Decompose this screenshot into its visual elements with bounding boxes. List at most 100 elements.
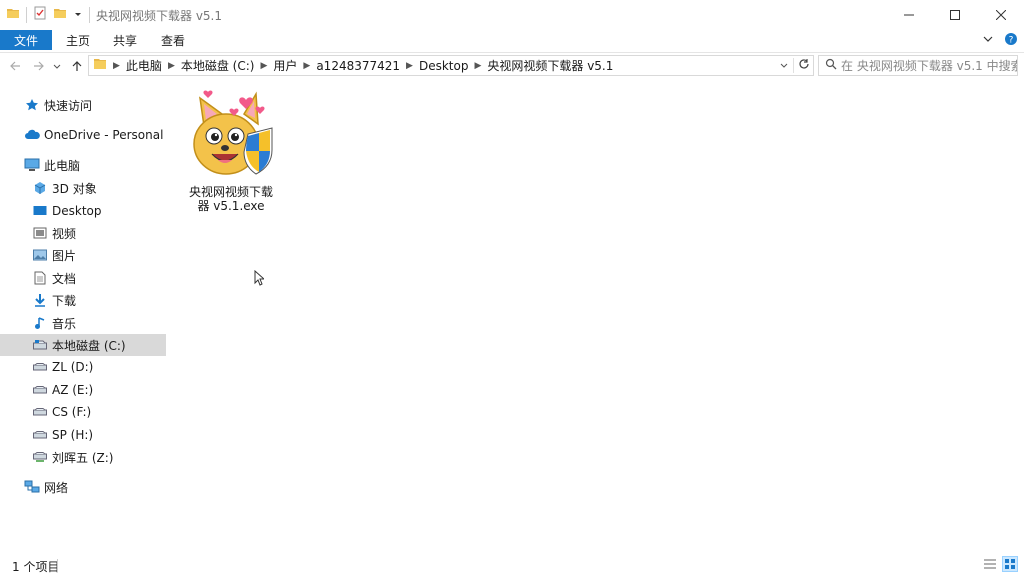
picture-icon [32, 247, 48, 263]
forward-arrow-icon [34, 61, 44, 71]
ribbon-tabs: 文件 主页 共享 查看 ? [0, 30, 1024, 50]
search-icon [825, 58, 837, 73]
sidebar-item-desktop[interactable]: Desktop [0, 200, 166, 222]
up-arrow-icon [72, 61, 82, 71]
folder-icon [6, 6, 20, 23]
sidebar-item-local-disk-c[interactable]: 本地磁盘 (C:) [0, 334, 166, 356]
sidebar-item-onedrive[interactable]: OneDrive - Personal [0, 124, 166, 146]
breadcrumb-current-folder[interactable]: 央视网视频下载器 v5.1 [487, 57, 613, 74]
back-arrow-icon [10, 61, 20, 71]
large-icons-view-button[interactable] [1002, 556, 1018, 572]
address-dropdown-icon[interactable] [779, 59, 789, 73]
sidebar-item-label: CS (F:) [52, 405, 92, 419]
tab-home[interactable]: 主页 [66, 30, 90, 50]
tab-file[interactable]: 文件 [0, 30, 52, 50]
item-count: 1 个项目 [12, 560, 60, 574]
sidebar-item-label: 音乐 [52, 316, 77, 331]
sidebar-item-drive-d[interactable]: ZL (D:) [0, 356, 166, 378]
sidebar-item-drive-h[interactable]: SP (H:) [0, 424, 166, 446]
details-view-icon [984, 559, 996, 569]
recent-locations-button[interactable] [50, 56, 64, 76]
maximize-icon [950, 10, 960, 20]
chevron-down-icon [53, 64, 61, 69]
network-drive-icon [32, 449, 48, 465]
refresh-icon[interactable] [798, 58, 810, 73]
sidebar-item-label: 本地磁盘 (C:) [52, 338, 126, 353]
svg-text:?: ? [1009, 35, 1014, 45]
navigation-pane: 快速访问 OneDrive - Personal 此电脑 3D 对象 Deskt… [0, 90, 166, 560]
drive-icon [32, 359, 48, 375]
sidebar-item-label: 刘晖五 (Z:) [52, 450, 114, 465]
sidebar-item-documents[interactable]: 文档 [0, 267, 166, 289]
sidebar-item-label: Desktop [52, 204, 102, 218]
star-icon [24, 97, 40, 113]
sidebar-item-network[interactable]: 网络 [0, 476, 166, 498]
sidebar-item-drive-z[interactable]: 刘晖五 (Z:) [0, 446, 166, 468]
document-icon [32, 270, 48, 286]
cube-icon [32, 180, 48, 196]
file-name: 央视网视频下载器 v5.1.exe [188, 185, 273, 213]
search-placeholder: 在 央视网视频下载器 v5.1 中搜索 [841, 59, 1017, 73]
sidebar-item-label: 此电脑 [44, 158, 81, 173]
sidebar-item-label: 图片 [52, 248, 77, 263]
breadcrumb-users[interactable]: 用户 [273, 57, 297, 74]
drive-icon [32, 404, 48, 420]
computer-icon [24, 157, 40, 173]
title-bar: 央视网视频下载器 v5.1 [0, 0, 1024, 30]
minimize-icon [904, 14, 914, 16]
sidebar-item-drive-e[interactable]: AZ (E:) [0, 379, 166, 401]
tab-view[interactable]: 查看 [161, 30, 185, 50]
file-list-area[interactable]: 央视网视频下载器 v5.1.exe [170, 80, 1016, 554]
sidebar-item-label: SP (H:) [52, 428, 94, 442]
breadcrumb-desktop[interactable]: Desktop [419, 59, 469, 73]
folder-icon [93, 58, 107, 73]
expand-ribbon-icon[interactable] [982, 33, 994, 48]
sidebar-item-pictures[interactable]: 图片 [0, 244, 166, 266]
close-icon [996, 10, 1006, 20]
drive-icon [32, 382, 48, 398]
sidebar-item-drive-f[interactable]: CS (F:) [0, 401, 166, 423]
up-button[interactable] [68, 56, 86, 76]
large-icons-view-icon [1005, 559, 1015, 569]
file-item[interactable]: 央视网视频下载器 v5.1.exe [186, 88, 276, 213]
window-title: 央视网视频下载器 v5.1 [96, 9, 223, 23]
sidebar-item-3d-objects[interactable]: 3D 对象 [0, 177, 166, 199]
sidebar-item-label: 视频 [52, 226, 77, 241]
sidebar-item-downloads[interactable]: 下载 [0, 289, 166, 311]
properties-icon[interactable] [33, 6, 47, 23]
help-icon[interactable]: ? [1004, 32, 1018, 49]
video-icon [32, 225, 48, 241]
status-bar: 1 个项目 [0, 554, 1024, 576]
sidebar-item-label: 3D 对象 [52, 181, 97, 196]
sidebar-item-this-pc[interactable]: 此电脑 [0, 154, 166, 176]
sidebar-item-label: 下载 [52, 293, 77, 308]
music-icon [32, 315, 48, 331]
minimize-button[interactable] [886, 0, 932, 30]
mouse-cursor-icon [254, 269, 266, 289]
forward-button[interactable] [30, 56, 48, 76]
drive-icon [32, 427, 48, 443]
drive-c-icon [32, 337, 48, 353]
app-fox-shield-icon [186, 90, 276, 181]
breadcrumb-local-disk[interactable]: 本地磁盘 (C:) [181, 57, 255, 74]
sidebar-item-music[interactable]: 音乐 [0, 312, 166, 334]
search-box[interactable]: 在 央视网视频下载器 v5.1 中搜索 [818, 55, 1018, 76]
new-folder-icon[interactable] [53, 6, 67, 23]
maximize-button[interactable] [932, 0, 978, 30]
cloud-icon [24, 127, 40, 143]
sidebar-item-videos[interactable]: 视频 [0, 222, 166, 244]
breadcrumb-separator: ▶ [113, 60, 120, 71]
sidebar-item-label: AZ (E:) [52, 383, 94, 397]
address-bar[interactable]: ▶ 此电脑 ▶ 本地磁盘 (C:) ▶ 用户 ▶ a1248377421 ▶ D… [88, 55, 814, 76]
back-button[interactable] [6, 56, 24, 76]
qat-dropdown-icon[interactable] [73, 8, 83, 22]
details-view-button[interactable] [982, 556, 998, 572]
sidebar-item-label: 文档 [52, 271, 77, 286]
breadcrumb-this-pc[interactable]: 此电脑 [126, 57, 162, 74]
sidebar-item-quick-access[interactable]: 快速访问 [0, 94, 166, 116]
tab-share[interactable]: 共享 [113, 30, 137, 50]
breadcrumb-user[interactable]: a1248377421 [316, 59, 400, 73]
sidebar-item-label: OneDrive - Personal [44, 128, 164, 142]
quick-access-toolbar [6, 6, 90, 23]
close-button[interactable] [978, 0, 1024, 30]
